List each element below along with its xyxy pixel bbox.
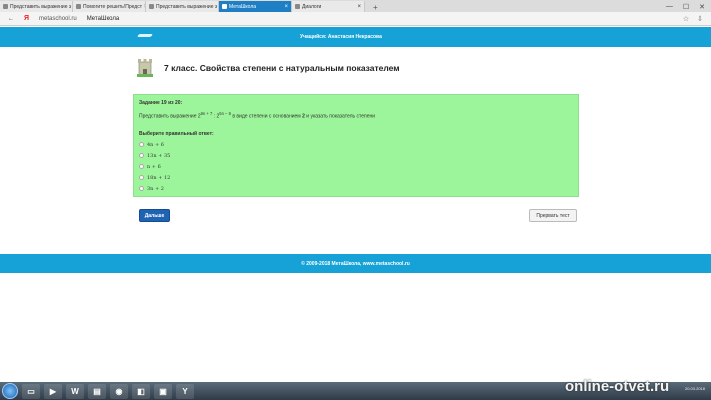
start-button[interactable] — [2, 383, 18, 399]
browser-tab-5[interactable]: Диалоги × — [292, 1, 365, 12]
page-icon — [3, 4, 8, 9]
page-title: 7 класс. Свойства степени с натуральным … — [164, 63, 400, 73]
chrome-icon[interactable]: ◉ — [110, 383, 128, 399]
app-icon[interactable]: ◧ — [132, 383, 150, 399]
next-button[interactable]: Дальше — [139, 209, 170, 222]
address-bar: ← Я metaschool.ru МетаШкола ☆ ⇩ — [0, 12, 711, 26]
explorer-icon[interactable]: ▭ — [22, 383, 40, 399]
radio-button[interactable] — [139, 153, 144, 159]
window-icon[interactable]: ▣ — [154, 383, 172, 399]
page-icon — [76, 4, 81, 9]
browser-tab-1[interactable]: Представить выражение з× — [0, 1, 73, 12]
option-label: n + 6 — [147, 163, 161, 170]
option-label: 3n + 2 — [147, 185, 164, 192]
browser-tab-4[interactable]: МетаШкола × — [219, 1, 292, 12]
site-logo[interactable] — [137, 34, 153, 37]
close-window-icon[interactable]: ✕ — [699, 3, 705, 11]
minimize-icon[interactable]: — — [666, 3, 673, 10]
site-header: Учащийся: Анастасия Некрасова — [0, 27, 711, 47]
yandex-icon[interactable]: Я — [24, 15, 29, 22]
page-icon — [295, 4, 300, 9]
media-icon[interactable]: ▶ — [44, 383, 62, 399]
tab-label: Помогите решить!Предст — [83, 3, 143, 10]
close-tab-icon[interactable]: × — [284, 4, 288, 10]
tab-label: Представить выражение з — [10, 3, 72, 10]
browser-tab-2[interactable]: Помогите решить!Предст× — [73, 1, 146, 12]
question-box: Задание 19 из 20: Представить выражение … — [133, 94, 579, 197]
tab-bar: Представить выражение з× Помогите решить… — [0, 0, 711, 12]
answer-option-4[interactable]: 18n + 12 — [139, 175, 573, 181]
answer-prompt: Выберите правильный ответ: — [139, 130, 214, 137]
stop-test-button[interactable]: Прервать тест — [529, 209, 577, 222]
watermark: online-otvet.ru — [565, 378, 670, 395]
tab-label: Диалоги — [302, 3, 322, 10]
browser-tab-3[interactable]: Представить выражение з× — [146, 1, 219, 12]
option-label: 4n + 6 — [147, 141, 164, 148]
question-text-end: и указать показатель степени — [304, 113, 376, 120]
answer-option-1[interactable]: 4n + 6 — [139, 142, 573, 148]
answer-option-5[interactable]: 3n + 2 — [139, 186, 573, 192]
question-text-after: в виде степени с основанием — [230, 113, 303, 120]
back-arrow-icon[interactable]: ← — [8, 16, 14, 22]
address-actions: ☆ ⇩ — [683, 15, 711, 23]
word-icon[interactable]: W — [66, 383, 84, 399]
answer-option-3[interactable]: n + 6 — [139, 164, 573, 170]
page-icon — [222, 4, 227, 9]
question-text: Представить выражение 28n + 7 : 25n − 6 … — [139, 111, 573, 120]
user-name: Учащийся: Анастасия Некрасова — [300, 34, 382, 40]
yandex-browser-icon[interactable]: Y — [176, 383, 194, 399]
page-icon — [149, 4, 154, 9]
maximize-icon[interactable]: ☐ — [683, 3, 689, 11]
tab-label: Представить выражение з — [156, 3, 218, 10]
question-text-before: Представить выражение 2 — [139, 113, 201, 120]
copyright-text: © 2009-2018 МетаШкола, www.metaschool.ru — [301, 260, 410, 267]
radio-button[interactable] — [139, 186, 144, 192]
url-field[interactable]: metaschool.ru — [39, 16, 77, 22]
new-tab-button[interactable]: + — [365, 3, 386, 12]
page-title-in-address: МетаШкола — [86, 15, 120, 22]
main-content: 7 класс. Свойства степени с натуральным … — [0, 47, 711, 254]
exponent-2: 5n − 6 — [219, 111, 231, 116]
downloads-icon[interactable]: ⇩ — [697, 15, 703, 23]
radio-button[interactable] — [139, 175, 144, 181]
exponent-1: 8n + 7 — [200, 111, 213, 116]
tray-date: 20.03.2018 — [684, 386, 705, 391]
option-label: 18n + 12 — [147, 174, 171, 181]
radio-button[interactable] — [139, 142, 144, 148]
option-label: 13n + 35 — [147, 152, 171, 159]
radio-button[interactable] — [139, 164, 144, 170]
answer-option-2[interactable]: 13n + 35 — [139, 153, 573, 159]
tab-label: МетаШкола — [229, 3, 257, 10]
folder-icon[interactable]: ▤ — [88, 383, 106, 399]
close-tab-icon[interactable]: × — [357, 4, 361, 10]
site-footer: © 2009-2018 МетаШкола, www.metaschool.ru — [0, 254, 711, 273]
tower-icon — [137, 59, 153, 77]
question-number: Задание 19 из 20: — [139, 100, 183, 106]
window-controls: — ☐ ✕ — [666, 1, 711, 12]
bookmark-icon[interactable]: ☆ — [683, 15, 689, 23]
